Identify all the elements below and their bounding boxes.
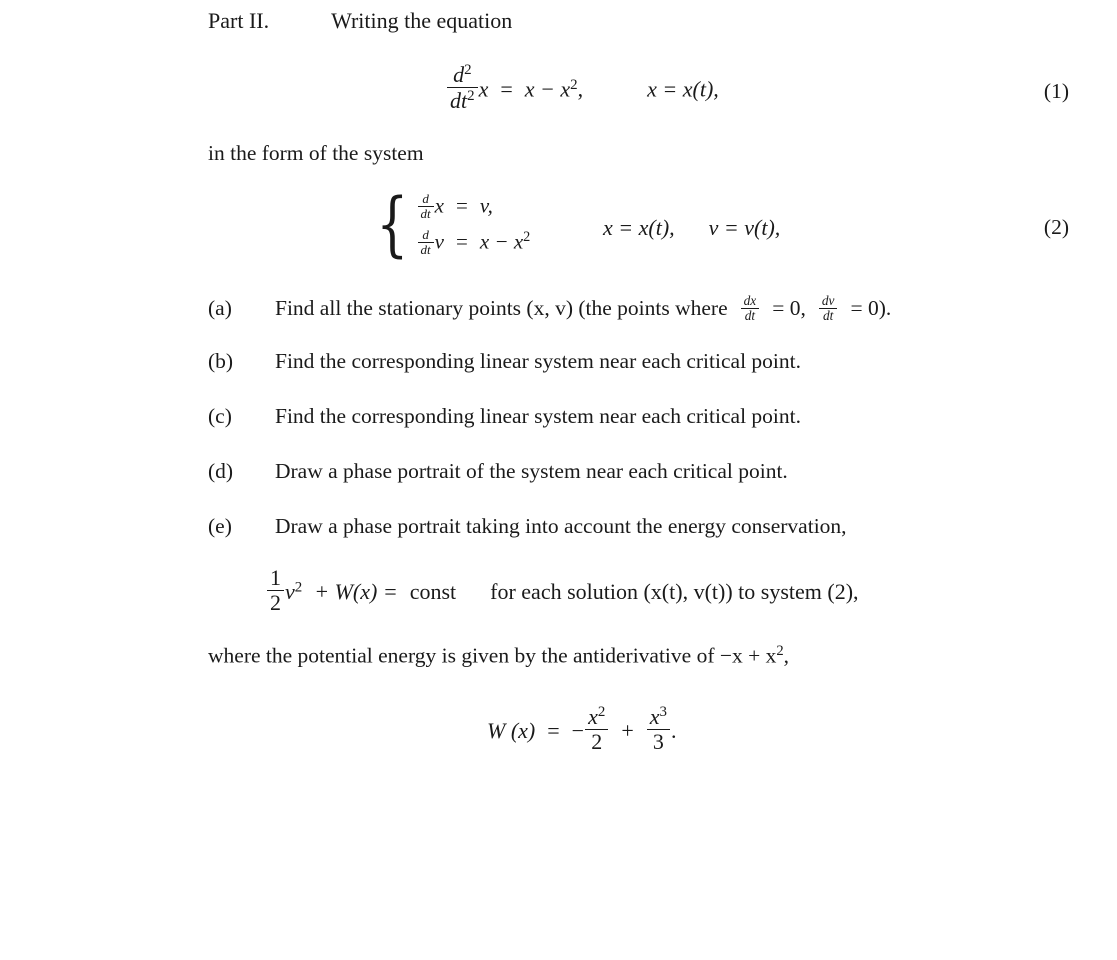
eq1-rhs: x − x — [524, 76, 571, 102]
dvdt-fraction: dv dt — [818, 293, 838, 324]
item-a-mid: = 0, — [772, 295, 806, 320]
list-item-e: (e) Draw a phase portrait taking into ac… — [208, 514, 847, 539]
potential-text-before: where the potential energy is given by t… — [208, 643, 777, 668]
dxdt-num: dx — [740, 293, 760, 310]
system-row-2: d dt v = x − x2 — [417, 228, 531, 258]
dvdt-den: dt — [822, 308, 834, 324]
sys-row1-equals: = — [456, 193, 468, 218]
ddt2-den: dt — [420, 242, 431, 258]
equation-2-system: { d dt x = v, d dt v = x − x2 — [370, 183, 531, 266]
sys-row2-equals: = — [456, 229, 468, 254]
w-function-equation: W (x) = − x2 2 + x3 3 . — [487, 704, 677, 753]
ddt2-num: d — [417, 228, 434, 244]
w-frac2-num: x — [649, 703, 660, 729]
section-heading: Part II. Writing the equation — [208, 8, 512, 34]
dxdt-den: dt — [744, 308, 756, 324]
list-marker-d: (d) — [208, 459, 234, 483]
list-item-b: (b) Find the corresponding linear system… — [208, 349, 801, 374]
sys-row2-exponent: 2 — [523, 229, 531, 246]
system-side-conditions: x = x(t), v = v(t), — [603, 215, 780, 241]
w-frac1-num-exponent: 2 — [597, 704, 606, 720]
potential-exponent: 2 — [776, 643, 784, 659]
eq1-den-exponent: 2 — [467, 87, 475, 104]
side-condition-x: x = x(t), — [603, 215, 675, 240]
sys-row1-rhs: v, — [479, 193, 493, 218]
eq1-variable: x — [478, 76, 489, 102]
ddt-fraction-1: d dt — [417, 191, 434, 222]
system-brace: { — [376, 183, 409, 266]
w-period: . — [671, 717, 677, 743]
eq1-num: d — [453, 61, 465, 87]
w-frac2-den: 3 — [652, 728, 664, 754]
potential-text-after: , — [783, 643, 790, 668]
system-row-1: d dt x = v, — [417, 191, 531, 222]
part-label: Part II. — [208, 8, 270, 33]
eq1-den: dt — [450, 87, 468, 113]
list-item-b-text: Find the corresponding linear system nea… — [275, 349, 801, 373]
w-frac2-num-exponent: 3 — [659, 704, 668, 720]
list-item-c-text: Find the corresponding linear system nea… — [275, 404, 801, 428]
list-marker-e: (e) — [208, 514, 232, 538]
w-plus: + — [621, 717, 634, 743]
w-frac1-den: 2 — [591, 728, 603, 754]
sys-row2-var: v — [434, 229, 444, 254]
intro-line: in the form of the system — [208, 141, 424, 165]
eq1-condition: x = x(t), — [647, 76, 719, 102]
eq1-rhs-exponent: 2 — [570, 76, 578, 93]
one-half-fraction: 1 2 — [267, 566, 284, 615]
w-minus: − — [571, 717, 585, 743]
eq1-num-exponent: 2 — [464, 62, 472, 78]
dvdt-num: dv — [818, 293, 838, 310]
sys-row1-var: x — [434, 193, 444, 218]
dxdt-fraction: dx dt — [740, 293, 760, 324]
list-marker-b: (b) — [208, 349, 234, 373]
part-title: Writing the equation — [331, 8, 513, 33]
list-item-e-text: Draw a phase portrait taking into accoun… — [275, 514, 847, 538]
ddt-fraction-2: d dt — [417, 228, 434, 258]
document-page: Part II. Writing the equation d2 dt2 x = x … — [0, 0, 1117, 960]
list-item-d: (d) Draw a phase portrait of the system … — [208, 459, 788, 484]
list-item-d-text: Draw a phase portrait of the system near… — [275, 459, 788, 483]
x-cubed-over-three-fraction: x3 3 — [646, 703, 671, 754]
ddt1-num: d — [417, 191, 434, 208]
list-marker-c: (c) — [208, 404, 232, 428]
w-equals: = — [547, 717, 560, 743]
energy-variable: v — [285, 579, 295, 605]
equation-2-number: (2) — [1043, 215, 1069, 239]
energy-frac-num: 1 — [267, 566, 284, 591]
energy-plus-w: + W(x) = — [314, 579, 398, 605]
sys-row2-rhs: x − x — [479, 229, 524, 254]
energy-tail-text: for each solution (x(t), v(t)) to system… — [490, 579, 859, 605]
w-frac1-num: x — [588, 703, 598, 729]
eq1-equals: = — [500, 76, 513, 102]
equation-1-number: (1) — [1043, 79, 1069, 103]
energy-frac-den: 2 — [270, 589, 281, 615]
second-derivative-fraction: d2 dt2 — [447, 62, 478, 112]
energy-const: const — [409, 579, 457, 605]
eq1-comma: , — [577, 76, 584, 102]
list-marker-a: (a) — [208, 295, 232, 320]
item-a-text-after: = 0). — [850, 295, 892, 320]
list-item-c: (c) Find the corresponding linear system… — [208, 404, 801, 429]
equation-1: d2 dt2 x = x − x2, x = x(t), — [446, 62, 719, 112]
w-lhs: W (x) — [487, 717, 536, 743]
energy-conservation-equation: 1 2 v2 + W(x) = const for each solution (x(… — [266, 566, 859, 615]
list-item-a-content: Find all the stationary points (x, v) (t… — [275, 293, 892, 324]
energy-variable-exponent: 2 — [294, 579, 303, 596]
list-item-a: (a) Find all the stationary points (x, v… — [208, 293, 892, 324]
ddt1-den: dt — [420, 206, 431, 222]
x-squared-over-two-fraction: x2 2 — [585, 703, 609, 754]
side-condition-v: v = v(t), — [708, 215, 781, 240]
potential-energy-line: where the potential energy is given by t… — [208, 643, 789, 669]
item-a-text-before: Find all the stationary points (x, v) (t… — [275, 295, 728, 320]
